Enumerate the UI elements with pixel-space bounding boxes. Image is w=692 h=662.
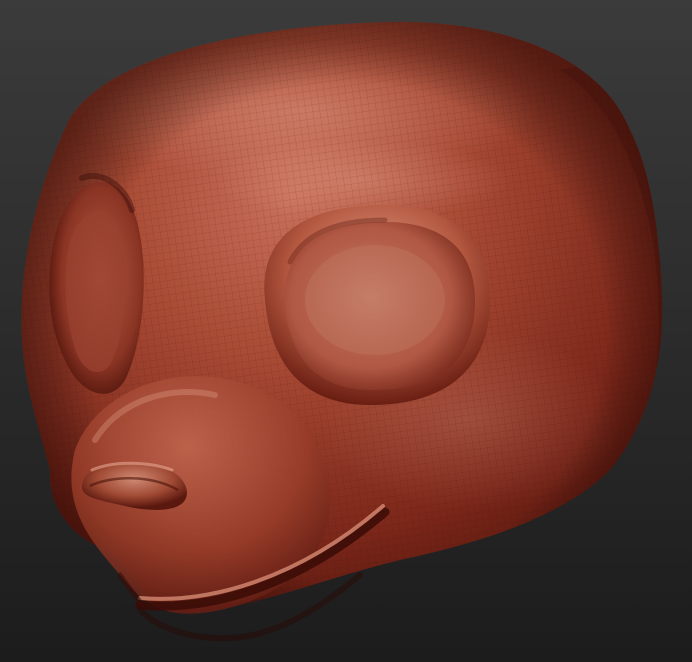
sculpt-canvas bbox=[0, 0, 692, 662]
sculpt-viewport[interactable] bbox=[0, 0, 692, 662]
right-eye-socket bbox=[264, 205, 490, 405]
